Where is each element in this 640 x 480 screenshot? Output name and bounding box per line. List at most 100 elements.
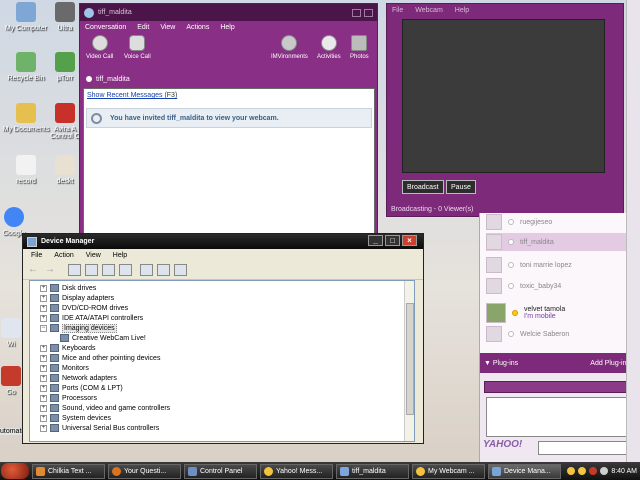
scrollbar-thumb[interactable] (406, 303, 414, 415)
expand-icon[interactable]: + (40, 374, 47, 382)
collapse-icon[interactable]: − (40, 324, 47, 332)
maximize-icon[interactable] (364, 8, 373, 17)
help-icon[interactable] (119, 264, 132, 276)
desktop-icon-recycle-bin[interactable]: Recycle Bin (0, 52, 52, 82)
conversation-titlebar[interactable]: tiff_maldita (80, 4, 377, 21)
menu-webcam[interactable]: Webcam (415, 7, 443, 14)
vertical-scrollbar[interactable] (404, 281, 414, 441)
close-icon[interactable]: × (402, 235, 417, 246)
tree-node-dvd-cdrom-drives[interactable]: + DVD/CD-ROM drives (40, 303, 128, 313)
tree-node-disk-drives[interactable]: + Disk drives (40, 283, 96, 293)
tree-node-monitors[interactable]: + Monitors (40, 363, 89, 373)
plugins-toggle[interactable]: ▼ Plug-ins (484, 360, 518, 367)
pause-button[interactable]: Pause (446, 180, 476, 194)
properties-icon[interactable] (85, 264, 98, 276)
tree-node-ide-controllers[interactable]: + IDE ATA/ATAPI controllers (40, 313, 143, 323)
yahoo-tray-icon[interactable] (578, 467, 587, 475)
expand-icon[interactable]: + (40, 304, 47, 312)
menu-actions[interactable]: Actions (186, 24, 209, 31)
taskbar-item[interactable]: Your Questi... (108, 463, 181, 479)
tree-node-sound-video-game[interactable]: + Sound, video and game controllers (40, 403, 170, 413)
tree-node-creative-webcam[interactable]: Creative WebCam Live! (60, 333, 146, 343)
taskbar-item[interactable]: tiff_maldita (336, 463, 409, 479)
desktop-icon-wi[interactable]: Wi (0, 318, 22, 348)
taskbar-item-active[interactable]: Device Mana... (488, 463, 561, 479)
menu-file[interactable]: File (392, 7, 403, 14)
maximize-icon[interactable]: □ (385, 235, 400, 246)
tree-node-ports[interactable]: + Ports (COM & LPT) (40, 383, 123, 393)
expand-icon[interactable]: + (40, 384, 47, 392)
taskbar-item[interactable]: Yahoo! Mess... (260, 463, 333, 479)
menu-conversation[interactable]: Conversation (85, 24, 126, 31)
broadcast-button[interactable]: Broadcast (402, 180, 444, 194)
taskbar-item[interactable]: My Webcam ... (412, 463, 485, 479)
activities-button[interactable]: Activities (317, 35, 341, 60)
volume-icon[interactable] (600, 467, 609, 475)
menu-help[interactable]: Help (220, 24, 234, 31)
expand-icon[interactable]: + (40, 354, 47, 362)
tree-node-mice[interactable]: + Mice and other pointing devices (40, 353, 160, 363)
antivirus-tray-icon[interactable] (589, 467, 598, 475)
tree-node-keyboards[interactable]: + Keyboards (40, 343, 95, 353)
start-button[interactable] (1, 463, 29, 479)
expand-icon[interactable]: + (40, 404, 47, 412)
menu-view[interactable]: View (86, 252, 101, 259)
tree-node-imaging-devices[interactable]: − Imaging devices (40, 323, 117, 333)
expand-icon[interactable]: + (40, 394, 47, 402)
menu-file[interactable]: File (31, 252, 42, 259)
tree-node-processors[interactable]: + Processors (40, 393, 97, 403)
desktop-icon-go[interactable]: Go (0, 366, 22, 396)
menu-action[interactable]: Action (54, 252, 73, 259)
show-recent-messages-link[interactable]: Show Recent Messages (F3) (87, 92, 177, 99)
desktop-icon-avira[interactable]: Avira A Control C (50, 103, 80, 140)
clock[interactable]: 8:40 AM (611, 468, 637, 475)
menu-edit[interactable]: Edit (137, 24, 149, 31)
desktop-icon-record[interactable]: record (0, 155, 52, 185)
expand-icon[interactable]: + (40, 364, 47, 372)
expand-icon[interactable]: + (40, 294, 47, 302)
update-driver-icon[interactable] (157, 264, 170, 276)
contact-item[interactable]: toxic_baby34 (486, 277, 629, 295)
imvironments-button[interactable]: IMVironments (271, 35, 308, 60)
expand-icon[interactable]: + (40, 284, 47, 292)
back-arrow-icon[interactable]: ← (28, 264, 41, 276)
menu-help[interactable]: Help (113, 252, 127, 259)
tree-node-usb-controllers[interactable]: + Universal Serial Bus controllers (40, 423, 159, 433)
expand-icon[interactable]: + (40, 344, 47, 352)
contact-item[interactable]: toni marrie lopez (486, 256, 629, 274)
print-icon[interactable] (102, 264, 115, 276)
tree-node-network-adapters[interactable]: + Network adapters (40, 373, 117, 383)
menu-help[interactable]: Help (455, 7, 469, 14)
search-input[interactable] (538, 441, 630, 455)
video-call-button[interactable]: Video Call (86, 35, 113, 60)
taskbar-item[interactable]: Control Panel (184, 463, 257, 479)
contact-item[interactable]: ruegijeseo (486, 213, 629, 231)
tree-node-display-adapters[interactable]: + Display adapters (40, 293, 114, 303)
desktop-icon-automation[interactable]: utomati (0, 428, 23, 435)
expand-icon[interactable]: + (40, 414, 47, 422)
tray-icon[interactable] (567, 467, 576, 475)
forward-arrow-icon[interactable]: → (45, 264, 58, 276)
contact-item[interactable]: tiff_maldita (486, 233, 629, 251)
menu-view[interactable]: View (160, 24, 175, 31)
desktop-icon-my-documents[interactable]: My Documents (0, 103, 52, 133)
minimize-icon[interactable]: _ (368, 235, 383, 246)
desktop-icon-my-computer[interactable]: My Computer (0, 2, 52, 32)
console-tree-icon[interactable] (68, 264, 81, 276)
taskbar-item[interactable]: Chilkia Text ... (32, 463, 105, 479)
device-manager-titlebar[interactable]: Device Manager _ □ × (23, 234, 423, 249)
uninstall-icon[interactable] (174, 264, 187, 276)
conversation-contact[interactable]: tiff_maldita (80, 73, 377, 85)
add-plugins-link[interactable]: Add Plug-ins (590, 360, 630, 367)
contact-item[interactable]: Welcie Saberon (486, 325, 629, 343)
photos-button[interactable]: Photos (350, 35, 369, 60)
tree-node-system-devices[interactable]: + System devices (40, 413, 111, 423)
expand-icon[interactable]: + (40, 314, 47, 322)
desktop-icon-ultra[interactable]: Ultra (50, 2, 80, 32)
scan-hardware-icon[interactable] (140, 264, 153, 276)
desktop-icon-utorrent[interactable]: µTorr (50, 52, 80, 82)
voice-call-button[interactable]: Voice Call (124, 35, 151, 60)
minimize-icon[interactable] (352, 8, 361, 17)
expand-icon[interactable]: + (40, 424, 47, 432)
desktop-icon-desktop[interactable]: deskt (50, 155, 80, 185)
